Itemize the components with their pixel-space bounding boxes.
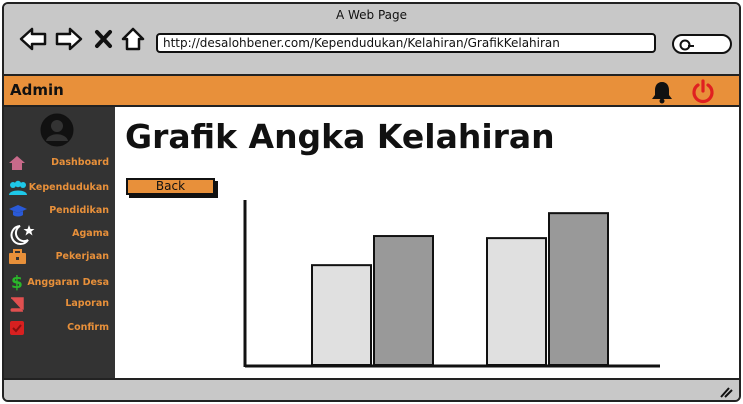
status-bar (4, 378, 739, 400)
sidebar-item-label: Anggaran Desa (27, 277, 109, 288)
check-square-icon (10, 321, 24, 335)
power-icon[interactable] (690, 79, 716, 105)
sidebar: Dashboard Kependudukan Pendidikan Agama (4, 107, 115, 378)
search-icon (679, 39, 694, 51)
app-topbar: Admin (4, 74, 739, 107)
sidebar-item-label: Kependudukan (28, 182, 109, 193)
sidebar-item-pekerjaan[interactable]: Pekerjaan (4, 248, 115, 268)
bell-icon[interactable] (650, 80, 674, 104)
browser-window: A Web Page http://desalohbener.com/Kepen… (2, 2, 741, 402)
svg-text:$: $ (11, 273, 23, 291)
url-input[interactable]: http://desalohbener.com/Kependudukan/Kel… (156, 33, 656, 53)
dollar-icon: $ (11, 273, 23, 291)
sidebar-item-label: Pekerjaan (55, 251, 109, 262)
home-icon (9, 156, 25, 170)
sidebar-item-dashboard[interactable]: Dashboard (4, 154, 115, 174)
admin-label: Admin (10, 81, 64, 99)
book-icon (10, 297, 24, 312)
home-nav-icon[interactable] (120, 26, 146, 52)
bar-group1-series1 (311, 264, 372, 366)
sidebar-item-label: Confirm (67, 322, 109, 333)
sidebar-item-confirm[interactable]: Confirm (4, 319, 115, 339)
sidebar-item-agama[interactable]: Agama (4, 222, 115, 246)
sidebar-item-label: Laporan (65, 298, 109, 309)
graduation-cap-icon (9, 205, 27, 217)
browser-titlebar: A Web Page http://desalohbener.com/Kepen… (4, 4, 739, 74)
main-content: Grafik Angka Kelahiran Back (115, 107, 739, 378)
forward-arrow-icon[interactable] (54, 26, 84, 52)
bar-group2-series2 (548, 212, 609, 366)
sidebar-item-anggaran-desa[interactable]: $ Anggaran Desa (4, 272, 115, 292)
sidebar-item-label: Dashboard (51, 157, 109, 168)
sidebar-item-laporan[interactable]: Laporan (4, 295, 115, 315)
close-icon[interactable] (94, 26, 114, 52)
sidebar-item-kependudukan[interactable]: Kependudukan (4, 179, 115, 199)
sidebar-item-pendidikan[interactable]: Pendidikan (4, 202, 115, 222)
bar-chart (243, 200, 660, 368)
avatar[interactable] (40, 113, 74, 147)
bar-group2-series1 (486, 237, 547, 366)
resize-grip-icon[interactable] (719, 386, 733, 398)
search-input[interactable] (672, 34, 732, 54)
back-arrow-icon[interactable] (18, 26, 48, 52)
sidebar-item-label: Agama (72, 228, 109, 239)
moon-star-icon (10, 225, 35, 245)
bar-group1-series2 (373, 235, 434, 366)
window-title: A Web Page (335, 8, 408, 22)
users-icon (9, 180, 27, 195)
sidebar-item-label: Pendidikan (49, 205, 109, 216)
briefcase-icon (9, 249, 26, 264)
